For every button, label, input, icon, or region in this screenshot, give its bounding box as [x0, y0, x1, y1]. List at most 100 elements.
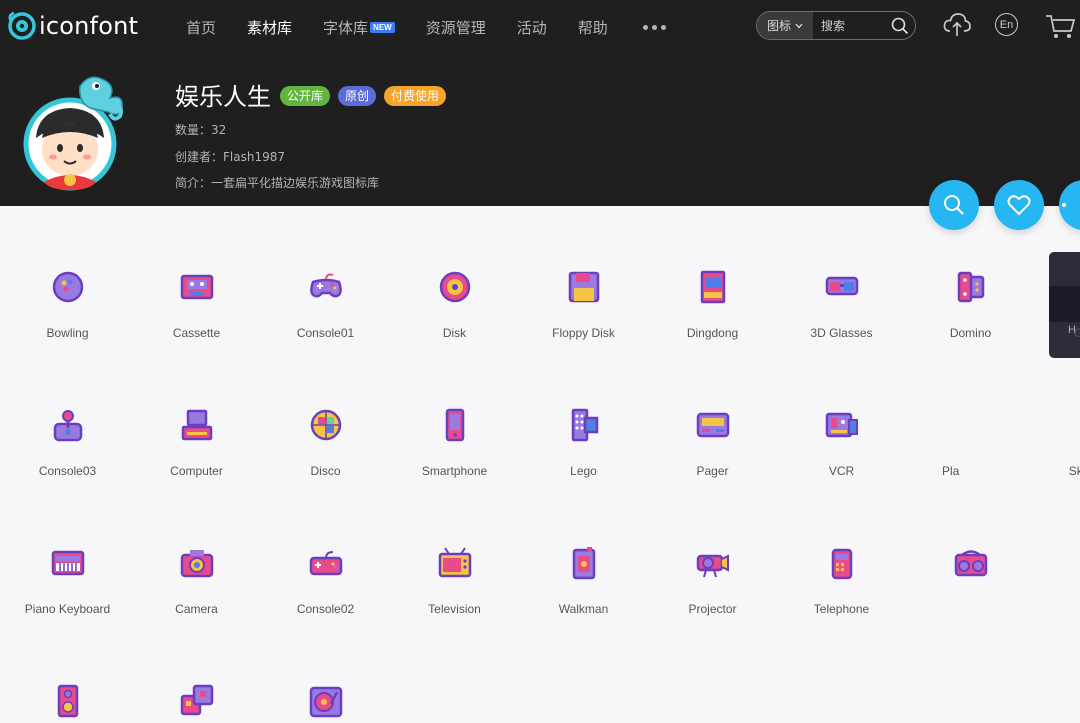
tv-icon	[438, 547, 472, 578]
icon-card-joystick[interactable]: Console03	[3, 344, 132, 478]
icon-label: Console02	[296, 602, 355, 616]
icon-card-bowling[interactable]: Bowling	[3, 206, 132, 340]
icon-card-skate[interactable]: Skateboard	[1035, 344, 1080, 478]
icon-label: Walkman	[558, 602, 609, 616]
boombox-icon	[954, 550, 988, 577]
icon-label: Projector	[688, 602, 737, 616]
search-submit-button[interactable]	[885, 17, 915, 35]
icon-label: Telephone	[813, 602, 870, 616]
icon-card-pager[interactable]: Pager	[648, 344, 777, 478]
pager-icon	[696, 412, 730, 438]
icon-label: Smartphone	[421, 464, 488, 478]
camera-icon	[180, 550, 214, 578]
library-creator: 创建者：Flash1987	[175, 150, 285, 164]
nav-item-events[interactable]: 活动	[517, 17, 547, 38]
disk-icon	[439, 271, 471, 303]
icon-card-arcade[interactable]: Dingdong	[648, 206, 777, 340]
disco-icon	[310, 409, 342, 441]
icon-label: Floppy Disk	[552, 326, 615, 340]
icon-card-telephone[interactable]: Telephone	[777, 482, 906, 616]
icon-label: Television	[428, 602, 481, 616]
icon-card-boombox[interactable]	[906, 482, 1035, 582]
glasses-icon	[825, 276, 859, 296]
icon-label: Console01	[296, 326, 355, 340]
icon-label: Piano Keyboard	[24, 602, 111, 616]
icon-card-piano[interactable]: Piano Keyboard	[3, 482, 132, 616]
icon-label: Bowling	[46, 326, 89, 340]
icon-label: Disco	[310, 464, 341, 478]
icon-card-gameboy[interactable]: GameBot	[1035, 206, 1080, 340]
icon-label: Lego	[570, 464, 597, 478]
main-nav: 首页 素材库 字体库 NEW 资源管理 活动 帮助	[186, 0, 666, 54]
language-switch-button[interactable]: En	[995, 13, 1018, 36]
vcr-icon	[825, 412, 858, 438]
icon-label: VCR	[828, 464, 855, 478]
library-title: 娱乐人生	[175, 83, 271, 111]
nav-item-label: 资源管理	[425, 18, 486, 37]
icon-label: Cassette	[172, 326, 221, 340]
icon-card-none[interactable]: Pla	[906, 344, 1035, 478]
upload-cloud-icon[interactable]	[943, 12, 971, 38]
search-type-select[interactable]: 图标	[757, 12, 813, 39]
nav-item-home[interactable]: 首页	[186, 17, 216, 38]
icon-card-glasses[interactable]: 3D Glasses	[777, 206, 906, 340]
icon-card-phone[interactable]: Smartphone	[390, 344, 519, 478]
blocks-icon	[180, 684, 214, 716]
tag-public: 公开库	[280, 86, 331, 106]
icon-label: Skateboard	[1068, 464, 1080, 478]
icon-card-blocks[interactable]	[132, 620, 261, 720]
icon-card-console[interactable]: Console01	[261, 206, 390, 340]
brand-name: iconfont	[39, 12, 139, 40]
shopping-cart-icon[interactable]	[1045, 14, 1075, 40]
icon-card-floppy[interactable]: Floppy Disk	[519, 206, 648, 340]
library-count: 数量：32	[175, 123, 227, 137]
nav-item-fonts[interactable]: 字体库 NEW	[323, 17, 395, 38]
icon-label: Domino	[949, 326, 992, 340]
icon-label: 3D Glasses	[810, 326, 873, 340]
tag-paid: 付费使用	[384, 86, 447, 106]
console-icon	[310, 273, 342, 298]
piano-icon	[51, 550, 85, 576]
icon-card-turntable[interactable]	[261, 620, 390, 720]
iconfont-logo[interactable]: iconfont	[7, 11, 138, 41]
walkman-icon	[572, 547, 596, 580]
nav-item-label: 素材库	[247, 18, 293, 37]
nav-item-help[interactable]: 帮助	[578, 17, 608, 38]
icon-card-projector[interactable]: Projector	[648, 482, 777, 616]
joystick-icon	[53, 410, 83, 442]
lego-icon	[571, 408, 599, 442]
icon-card-vcr[interactable]: VCR	[777, 344, 906, 478]
icon-card-domino[interactable]: Domino	[906, 206, 1035, 340]
icon-card-cassette[interactable]: Cassette	[132, 206, 261, 340]
icon-card-disco[interactable]: Disco	[261, 344, 390, 478]
icon-label: Computer	[170, 464, 223, 478]
icon-label: Disk	[442, 326, 467, 340]
library-header: 娱乐人生 公开库 原创 付费使用 数量：32 创建者：Flash1987 简介：…	[0, 54, 1080, 206]
icon-label: GameBot	[1074, 326, 1080, 340]
icon-card-tv[interactable]: Television	[390, 482, 519, 616]
library-intro: 简介：一套扁平化描边娱乐游戏图标库	[175, 176, 380, 190]
nav-item-label: 字体库	[323, 18, 369, 37]
icon-card-walkman[interactable]: Walkman	[519, 482, 648, 616]
nav-item-resources[interactable]: 资源管理	[426, 17, 486, 38]
library-tags: 公开库 原创 付费使用	[280, 86, 447, 106]
more-menu-icon[interactable]	[642, 24, 666, 30]
icon-card-computer[interactable]: Computer	[132, 344, 261, 478]
turntable-icon	[309, 686, 343, 718]
icon-card-console2[interactable]: Console02	[261, 482, 390, 616]
search-box: 图标	[756, 11, 916, 40]
floppy-icon	[568, 271, 600, 303]
icon-card-camera[interactable]: Camera	[132, 482, 261, 616]
icon-label: Camera	[175, 602, 218, 616]
nav-item-label: 首页	[186, 18, 217, 37]
console2-icon	[309, 551, 343, 576]
icon-card-disk[interactable]: Disk	[390, 206, 519, 340]
nav-item-library[interactable]: 素材库	[247, 17, 292, 38]
icon-card-speaker[interactable]	[3, 620, 132, 720]
icon-card-ring[interactable]	[1035, 482, 1080, 582]
telephone-icon	[831, 548, 853, 580]
icon-card-lego[interactable]: Lego	[519, 344, 648, 478]
search-input[interactable]	[813, 17, 885, 34]
icon-label: Console03	[38, 464, 97, 478]
icon-label: Dingdong	[686, 326, 739, 340]
